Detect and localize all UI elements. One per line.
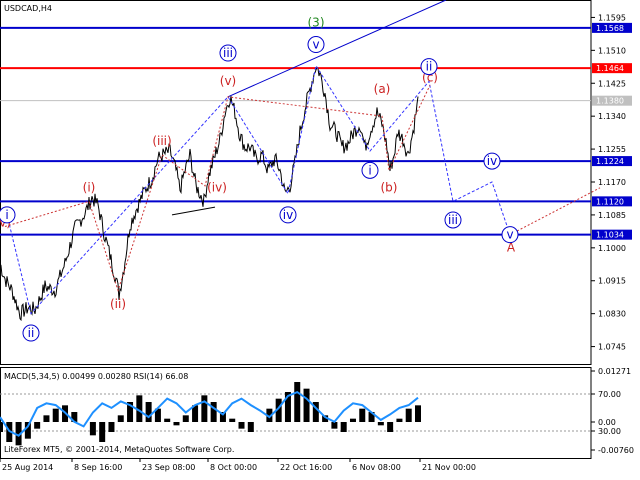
macd-bar <box>247 422 254 432</box>
wave-label-blue: v <box>506 228 513 242</box>
macd-bar <box>52 408 59 422</box>
macd-bar <box>238 422 245 429</box>
wave-label-red: (ii) <box>110 297 126 311</box>
wave-label-blue: i <box>368 163 371 177</box>
y-tick-label: 1.0745 <box>598 343 626 352</box>
wave-label-blue: i <box>5 208 8 222</box>
macd-bar <box>340 422 347 432</box>
wave-label-red: (iii) <box>152 134 171 148</box>
indicator-tick-label: 70.00 <box>598 390 621 399</box>
indicator-tick-label: 0.01271 <box>598 367 631 376</box>
macd-bar <box>210 402 217 422</box>
wave-label-red: (b) <box>381 181 398 195</box>
wave-label-red: (v) <box>220 74 236 88</box>
level-price-label: 1.1034 <box>596 231 624 240</box>
indicator-tick-label: -0.00760 <box>598 446 634 455</box>
x-tick-label: 6 Nov 08:00 <box>352 463 401 472</box>
wave-label-blue: iii <box>223 46 233 60</box>
y-tick-label: 1.1085 <box>598 211 626 220</box>
level-price-label: 1.1120 <box>596 197 624 206</box>
macd-bar <box>396 418 403 422</box>
wave-label-blue: iv <box>283 208 293 222</box>
macd-bar <box>349 418 356 422</box>
macd-bar <box>34 422 41 429</box>
y-tick-label: 1.0915 <box>598 277 626 286</box>
wave-label-blue: ii <box>426 60 433 74</box>
level-price-label: 1.1568 <box>596 24 624 33</box>
macd-bar <box>182 415 189 422</box>
macd-bar <box>387 422 394 432</box>
x-tick-label: 8 Oct 00:00 <box>210 463 257 472</box>
macd-bar <box>294 382 301 422</box>
y-tick-label: 1.1170 <box>598 178 626 187</box>
macd-bar <box>415 405 421 422</box>
macd-bar <box>43 415 50 422</box>
x-tick-label: 23 Sep 08:00 <box>142 463 195 472</box>
wave-label-blue: iii <box>448 213 458 227</box>
macd-bar <box>405 408 412 422</box>
indicator-title: MACD(5,34,5) 0.00499 0.00280 RSI(14) 66.… <box>4 372 188 381</box>
wave-label-red: (a) <box>374 82 391 96</box>
wave-label-blue: ii <box>28 326 35 340</box>
macd-bar <box>117 415 124 422</box>
y-tick-label: 1.1340 <box>598 112 626 121</box>
wave-label-red: (i) <box>83 181 96 195</box>
macd-bar <box>377 422 384 426</box>
chart-window: 1.1595 1.1510 1.1425 1.1340 1.1255 1.1170 1.10… <box>0 0 640 480</box>
y-tick-label: 1.0830 <box>598 310 626 319</box>
macd-bar <box>164 418 171 422</box>
x-tick-label: 22 Oct 16:00 <box>280 463 332 472</box>
macd-bar <box>99 422 106 442</box>
level-price-label: 1.1464 <box>596 64 624 73</box>
wave-label-green: (3) <box>308 15 325 29</box>
macd-bar <box>201 395 208 422</box>
y-tick-label: 1.1000 <box>598 244 626 253</box>
x-tick-label: 25 Aug 2014 <box>2 463 53 472</box>
macd-bar <box>173 422 180 426</box>
macd-bar <box>331 422 338 429</box>
macd-bar <box>303 388 310 422</box>
wave-label-blue: v <box>312 38 319 52</box>
chart-canvas: 1.1595 1.1510 1.1425 1.1340 1.1255 1.1170 1.10… <box>0 0 634 472</box>
indicator-tick-label: 0.00 <box>598 418 616 427</box>
y-tick-label: 1.1595 <box>598 13 626 22</box>
macd-bar <box>0 422 3 432</box>
indicator-tick-label: 30.00 <box>598 427 621 436</box>
macd-bar <box>89 422 96 436</box>
level-price-label: 1.1224 <box>596 157 624 166</box>
y-tick-label: 1.1255 <box>598 145 626 154</box>
wave-label-blue: iv <box>487 154 497 168</box>
chart-title: USDCAD,H4 <box>4 4 52 13</box>
y-tick-label: 1.1425 <box>598 79 626 88</box>
wave-label-red: (iv) <box>207 181 227 195</box>
macd-bar <box>145 402 152 422</box>
macd-bar <box>359 408 366 422</box>
x-tick-label: 8 Sep 16:00 <box>74 463 122 472</box>
level-price-label: 1.1380 <box>596 97 624 106</box>
y-tick-label: 1.1510 <box>598 46 626 55</box>
x-tick-label: 21 Nov 00:00 <box>422 463 476 472</box>
macd-bar <box>108 422 115 432</box>
copyright-text: LiteForex MT5, © 2001-2014, MetaQuotes S… <box>4 445 234 454</box>
macd-bar <box>229 418 236 422</box>
